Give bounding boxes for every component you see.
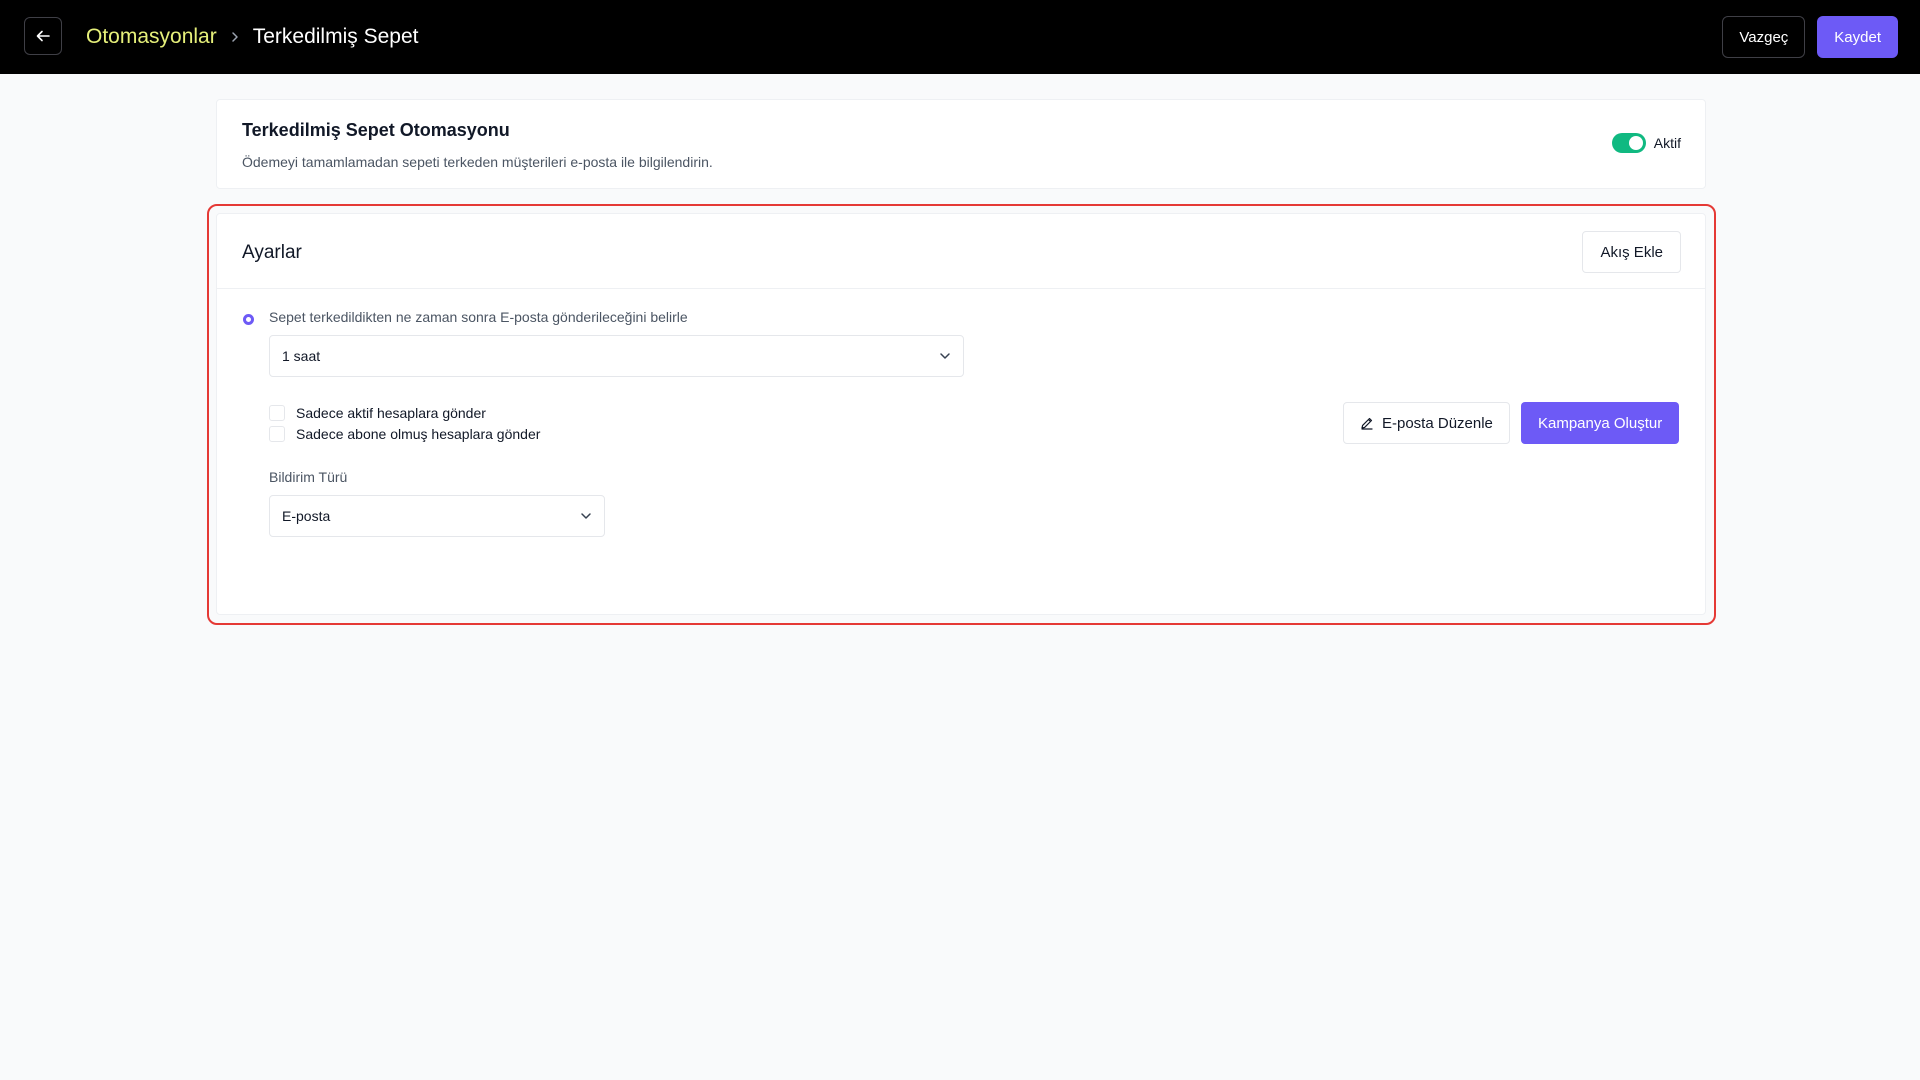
cancel-button[interactable]: Vazgeç: [1722, 16, 1806, 58]
settings-title: Ayarlar: [242, 242, 302, 263]
save-button[interactable]: Kaydet: [1817, 16, 1898, 58]
active-toggle[interactable]: [1611, 133, 1646, 153]
chevron-right-icon: [231, 31, 239, 43]
pencil-icon: [1361, 417, 1373, 430]
top-bar: Otomasyonlar Terkedilmiş Sepet Vazgeç Ka…: [0, 0, 1920, 74]
add-flow-button[interactable]: Akış Ekle: [1582, 231, 1681, 273]
timing-label: Sepet terkedildikten ne zaman sonra E-po…: [269, 309, 688, 325]
notification-type-label: Bildirim Türü: [269, 469, 348, 485]
timing-select[interactable]: 1 saat: [269, 335, 964, 377]
toggle-knob: [1628, 136, 1643, 150]
notification-type-value: E-posta: [282, 508, 331, 524]
create-campaign-button[interactable]: Kampanya Oluştur: [1521, 402, 1680, 444]
timing-select-value: 1 saat: [282, 348, 321, 364]
automation-title: Terkedilmiş Sepet Otomasyonu: [242, 120, 510, 140]
breadcrumb: Otomasyonlar Terkedilmiş Sepet: [86, 0, 418, 74]
subscribed-accounts-option[interactable]: Sadece abone olmuş hesaplara gönder: [269, 426, 540, 442]
back-button[interactable]: [24, 17, 62, 55]
step-indicator-dot: [243, 314, 254, 325]
breadcrumb-automations-link[interactable]: Otomasyonlar: [86, 25, 217, 49]
active-accounts-label: Sadece aktif hesaplara gönder: [296, 405, 486, 421]
chevron-down-icon: [940, 353, 950, 359]
edit-email-button[interactable]: E-posta Düzenle: [1343, 402, 1510, 444]
settings-header: Ayarlar Akış Ekle: [217, 214, 1705, 289]
notification-type-select[interactable]: E-posta: [269, 495, 605, 537]
status-toggle-group: Aktif: [1611, 133, 1681, 153]
arrow-left-icon: [36, 30, 50, 42]
settings-card: Ayarlar Akış Ekle Sepet terkedildikten n…: [216, 213, 1706, 615]
active-accounts-option[interactable]: Sadece aktif hesaplara gönder: [269, 405, 486, 421]
automation-header-card: Terkedilmiş Sepet Otomasyonu Ödemeyi tam…: [216, 99, 1706, 189]
page-title: Terkedilmiş Sepet: [252, 25, 419, 48]
edit-email-label: E-posta Düzenle: [1382, 414, 1493, 432]
subscribed-accounts-checkbox[interactable]: [269, 426, 285, 442]
subscribed-accounts-label: Sadece abone olmuş hesaplara gönder: [296, 426, 541, 442]
active-toggle-label: Aktif: [1653, 135, 1681, 151]
automation-description: Ödemeyi tamamlamadan sepeti terkeden müş…: [242, 154, 713, 170]
chevron-down-icon: [581, 513, 591, 519]
active-accounts-checkbox[interactable]: [269, 405, 285, 421]
top-actions: Vazgeç Kaydet: [1722, 16, 1898, 58]
